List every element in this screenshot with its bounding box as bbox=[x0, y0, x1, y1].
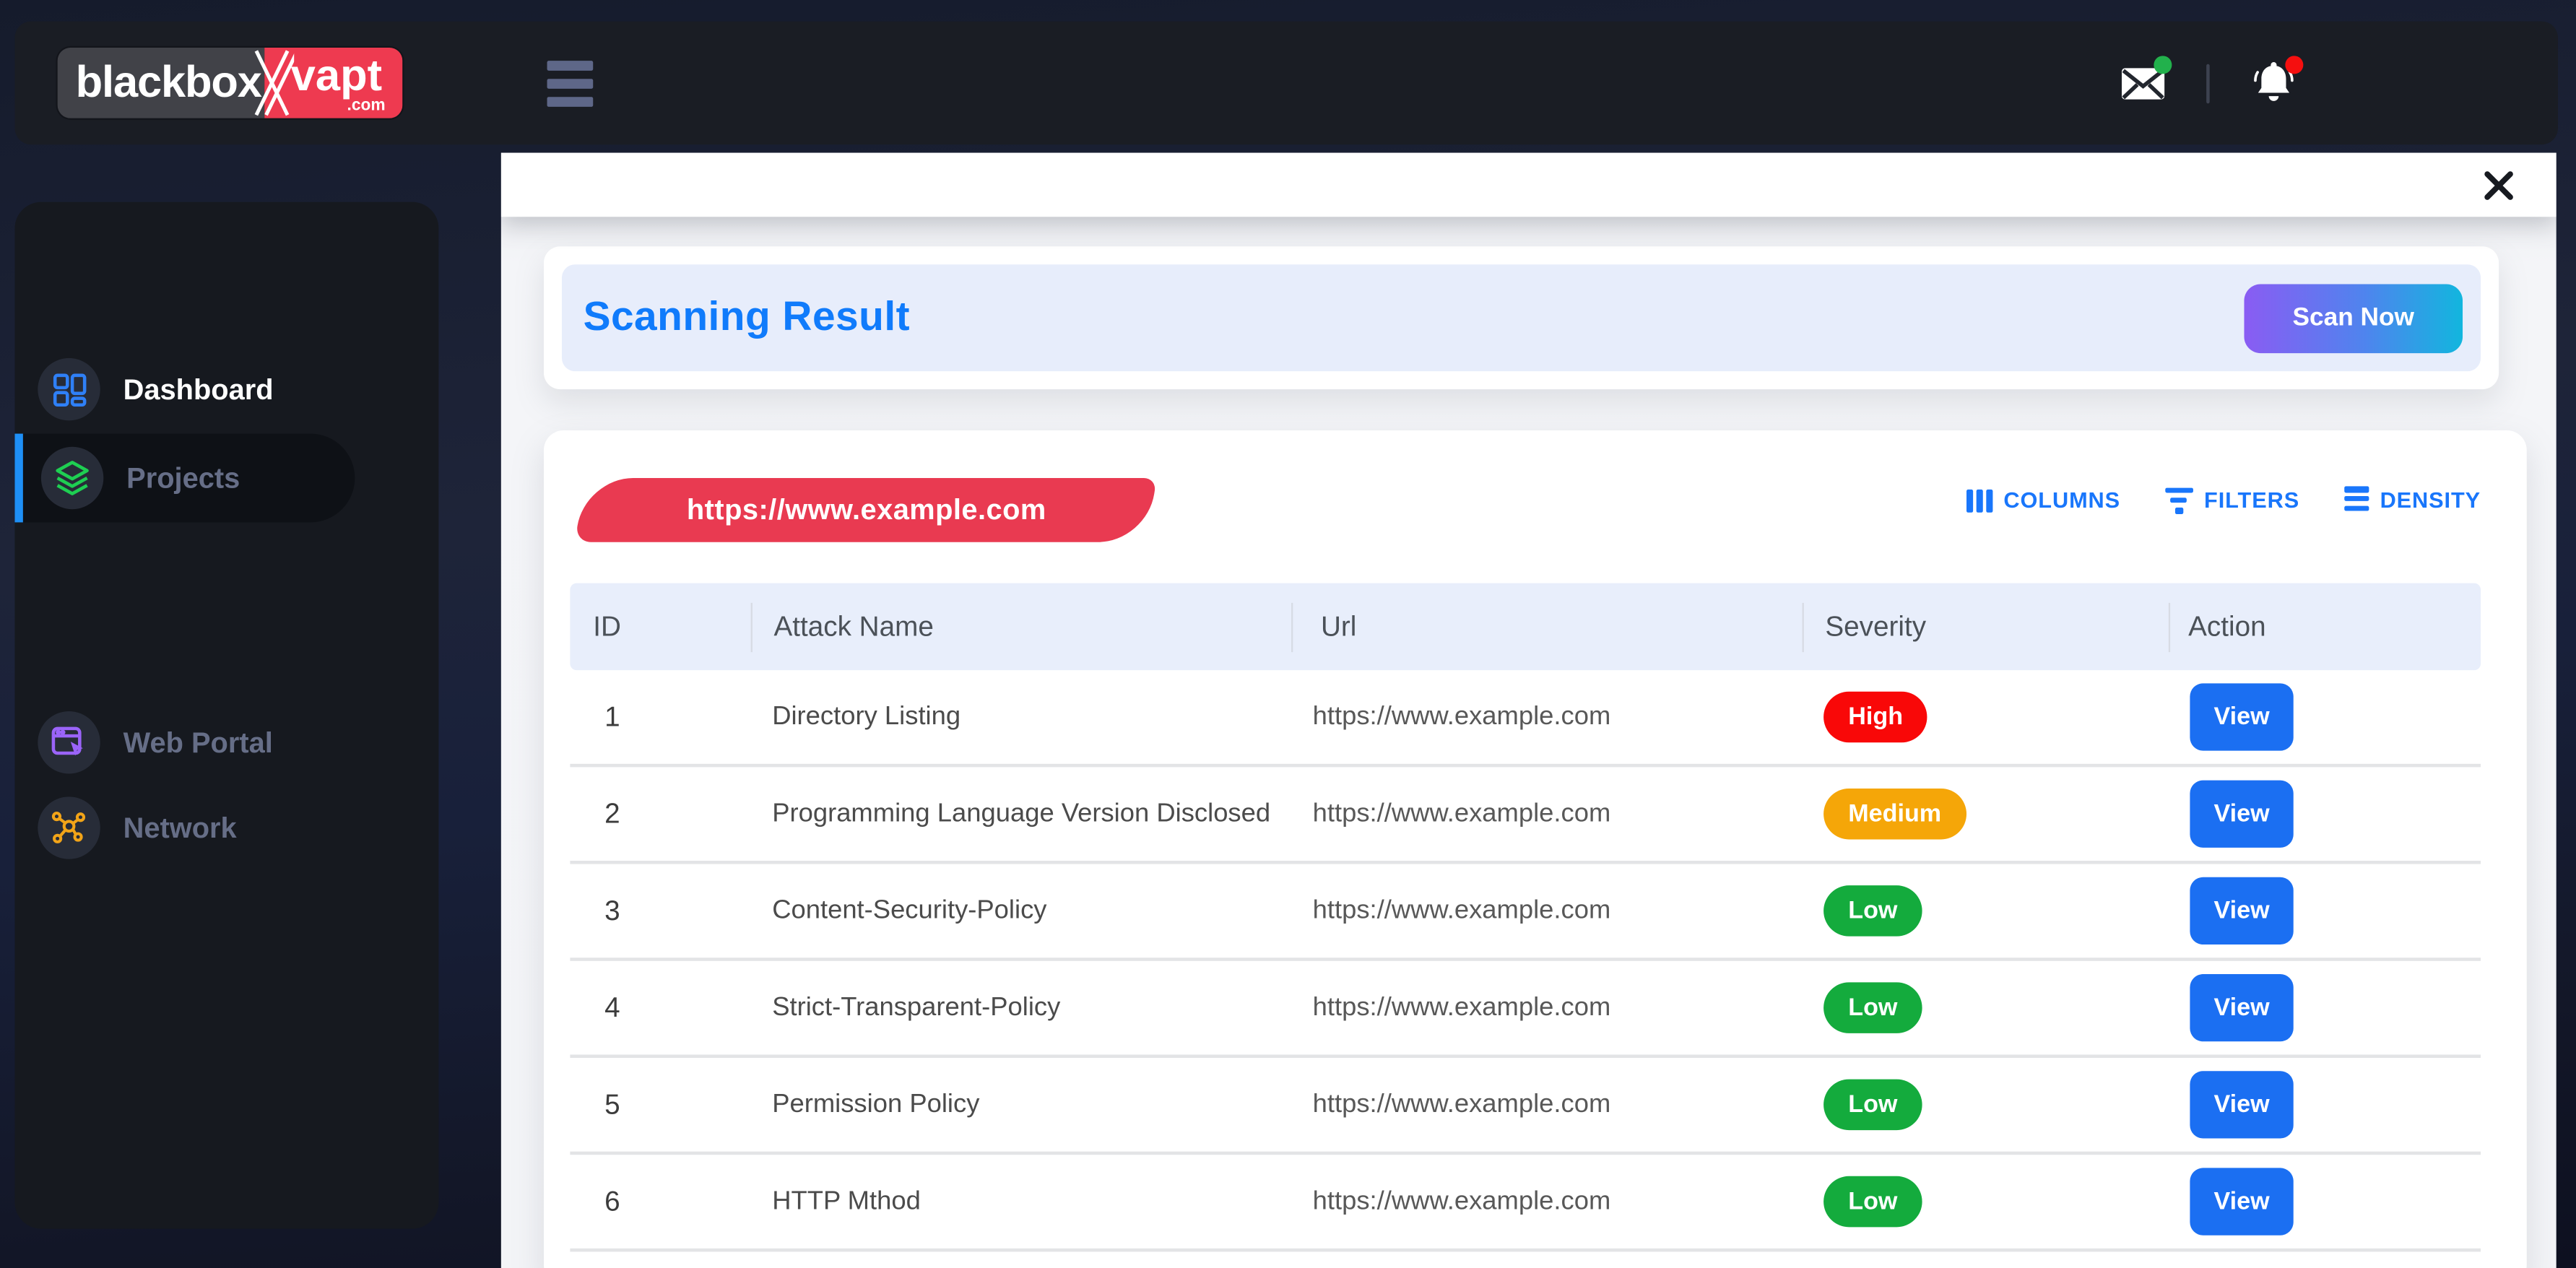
dashboard-icon bbox=[38, 357, 100, 421]
cell-id: 3 bbox=[604, 894, 620, 926]
cell-id: 2 bbox=[604, 797, 620, 829]
app-root: blackbox vapt .com Dashboard Projects We… bbox=[0, 0, 2576, 1268]
target-url: https://www.example.com bbox=[685, 492, 1046, 526]
sidebar-item-label: Web Portal bbox=[123, 725, 273, 758]
sidebar-item-web-portal[interactable]: Web Portal bbox=[14, 698, 438, 787]
view-button[interactable]: View bbox=[2190, 1071, 2294, 1139]
filter-icon bbox=[2164, 487, 2193, 514]
table-row: 5 Permission Policy https://www.example.… bbox=[570, 1058, 2481, 1155]
severity-badge: Low bbox=[1823, 982, 1922, 1033]
mail-badge bbox=[2154, 55, 2172, 74]
cell-url: https://www.example.com bbox=[1312, 1090, 1611, 1119]
table-row: 2 Programming Language Version Disclosed… bbox=[570, 767, 2481, 864]
network-icon bbox=[38, 796, 100, 859]
density-icon bbox=[2343, 486, 2369, 514]
page-title: Scanning Result bbox=[583, 294, 910, 340]
cell-attack-name: Programming Language Version Disclosed bbox=[772, 799, 1271, 828]
column-header-action[interactable]: Action bbox=[2168, 602, 2481, 651]
layers-icon bbox=[40, 446, 104, 510]
table-toolbar: COLUMNS FILTERS DENSITY bbox=[1966, 486, 2481, 514]
results-table-card: https://www.example.com COLUMNS FILTERS … bbox=[543, 430, 2527, 1268]
bell-badge bbox=[2285, 55, 2304, 74]
density-button[interactable]: DENSITY bbox=[2343, 486, 2481, 514]
table-row: 1 Directory Listing https://www.example.… bbox=[570, 670, 2481, 768]
scan-now-button[interactable]: Scan Now bbox=[2244, 283, 2463, 352]
cell-id: 5 bbox=[604, 1088, 620, 1120]
cell-id: 4 bbox=[604, 991, 620, 1023]
table-header-row: ID Attack Name Url Severity Action bbox=[570, 583, 2481, 671]
table-row: 6 HTTP Mthod https://www.example.com Low… bbox=[570, 1155, 2481, 1252]
column-header-attack-name[interactable]: Attack Name bbox=[750, 602, 1291, 651]
mail-icon[interactable] bbox=[2117, 55, 2172, 108]
cell-url: https://www.example.com bbox=[1312, 799, 1611, 828]
column-header-id[interactable]: ID bbox=[570, 602, 750, 651]
menu-toggle-icon[interactable] bbox=[547, 61, 594, 115]
scanning-result-modal: Scanning Result Scan Now https://www.exa… bbox=[500, 152, 2557, 1268]
scanning-result-panel: Scanning Result Scan Now bbox=[562, 264, 2481, 372]
sidebar-item-label: Network bbox=[123, 810, 237, 844]
modal-header bbox=[500, 152, 2557, 217]
sidebar: Dashboard Projects Web Portal Network bbox=[14, 201, 439, 1229]
target-url-ribbon: https://www.example.com bbox=[575, 477, 1157, 542]
sidebar-item-dashboard[interactable]: Dashboard bbox=[14, 345, 438, 434]
cell-id: 1 bbox=[604, 700, 620, 732]
sidebar-item-network[interactable]: Network bbox=[14, 783, 438, 872]
cell-attack-name: Directory Listing bbox=[772, 702, 961, 731]
view-button[interactable]: View bbox=[2190, 973, 2294, 1042]
topbar: blackbox vapt .com bbox=[14, 21, 2558, 145]
cell-attack-name: Permission Policy bbox=[772, 1090, 980, 1119]
notifications-bell-icon[interactable] bbox=[2249, 55, 2304, 108]
cell-url: https://www.example.com bbox=[1312, 895, 1611, 924]
cell-url: https://www.example.com bbox=[1312, 702, 1611, 731]
cell-attack-name: Content-Security-Policy bbox=[772, 895, 1047, 924]
columns-button[interactable]: COLUMNS bbox=[1966, 488, 2120, 513]
scanning-result-card: Scanning Result Scan Now bbox=[543, 246, 2499, 390]
brand-logo-left: blackbox bbox=[57, 47, 265, 118]
brand-logo-right: vapt .com bbox=[264, 47, 402, 118]
view-button[interactable]: View bbox=[2190, 683, 2294, 751]
cell-attack-name: HTTP Mthod bbox=[772, 1186, 921, 1215]
view-button[interactable]: View bbox=[2190, 877, 2294, 945]
view-button[interactable]: View bbox=[2190, 1168, 2294, 1236]
view-button[interactable]: View bbox=[2190, 780, 2294, 848]
sidebar-item-projects[interactable]: Projects bbox=[14, 433, 355, 523]
cell-url: https://www.example.com bbox=[1312, 993, 1611, 1021]
sidebar-item-label: Dashboard bbox=[123, 372, 274, 405]
severity-badge: Low bbox=[1823, 885, 1922, 937]
results-table: ID Attack Name Url Severity Action 1 Dir… bbox=[570, 583, 2481, 1252]
severity-badge: Low bbox=[1823, 1176, 1922, 1228]
table-row: 4 Strict-Transparent-Policy https://www.… bbox=[570, 961, 2481, 1059]
brand-logo[interactable]: blackbox vapt .com bbox=[57, 47, 402, 118]
severity-badge: Medium bbox=[1823, 788, 1966, 840]
column-header-url[interactable]: Url bbox=[1291, 602, 1802, 651]
brand-tld: .com bbox=[347, 97, 386, 116]
column-header-severity[interactable]: Severity bbox=[1802, 602, 2169, 651]
sidebar-item-label: Projects bbox=[126, 461, 240, 494]
browser-icon bbox=[38, 711, 100, 774]
cell-id: 6 bbox=[604, 1185, 620, 1217]
filters-button[interactable]: FILTERS bbox=[2164, 487, 2299, 514]
cell-attack-name: Strict-Transparent-Policy bbox=[772, 993, 1061, 1021]
topbar-divider bbox=[2206, 63, 2210, 103]
columns-icon bbox=[1966, 489, 1992, 513]
cell-url: https://www.example.com bbox=[1312, 1186, 1611, 1215]
close-icon[interactable] bbox=[2478, 164, 2520, 207]
topbar-actions bbox=[2117, 22, 2304, 145]
severity-badge: Low bbox=[1823, 1079, 1922, 1131]
table-row: 3 Content-Security-Policy https://www.ex… bbox=[570, 864, 2481, 961]
severity-badge: High bbox=[1823, 691, 1928, 743]
